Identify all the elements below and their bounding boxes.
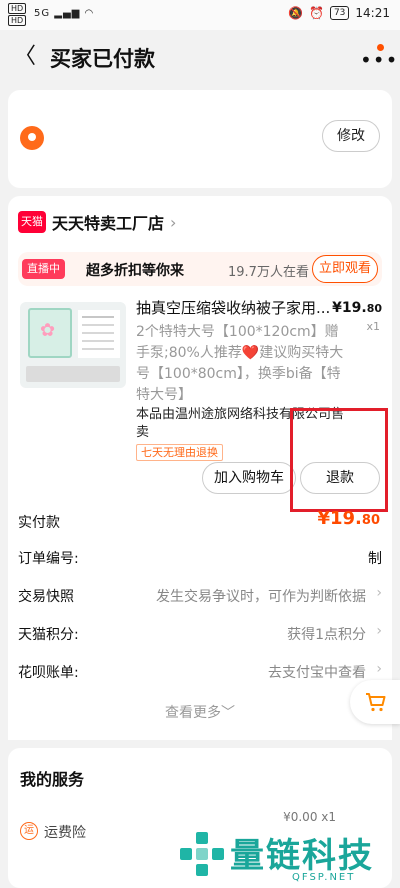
see-more-label: 查看更多 <box>165 705 221 721</box>
status-right: 🔕 ⏰ 73 14:21 <box>288 6 390 20</box>
snapshot-value: 发生交易争议时，可作为判断依据 <box>156 589 366 605</box>
snapshot-row[interactable]: 交易快照 发生交易争议时，可作为判断依据 › <box>18 580 382 610</box>
address-card[interactable]: 修改 <box>8 90 392 188</box>
paid-decimal: 80 <box>361 513 380 528</box>
watermark-subtext: QFSP.NET <box>292 872 356 883</box>
watermark-logo-icon <box>180 832 224 876</box>
price-decimal: 80 <box>366 302 382 315</box>
location-pin-icon <box>20 126 44 150</box>
edit-address-button[interactable]: 修改 <box>322 120 380 152</box>
chevron-right-icon: › <box>376 623 382 639</box>
back-arrow-icon[interactable]: 〈 <box>14 44 36 70</box>
price-integer: ¥19. <box>332 300 367 316</box>
product-image[interactable] <box>20 302 126 388</box>
alarm-icon: ⏰ <box>309 6 324 20</box>
chevron-right-icon: › <box>376 661 382 677</box>
watermark-text: 量链科技 <box>230 836 374 876</box>
signal-label: 5G <box>34 8 51 19</box>
cart-icon <box>366 693 386 712</box>
return-policy-tag: 七天无理由退换 <box>136 444 223 461</box>
signal-indicator: 5G ▂▄▆ ◠ <box>34 8 95 19</box>
paid-label: 实付款 <box>18 515 60 531</box>
huabei-row[interactable]: 花呗账单: 去支付宝中查看 › <box>18 656 382 686</box>
points-value: 获得1点积分 <box>287 627 366 643</box>
live-badge: 直播中 <box>22 259 65 279</box>
points-label: 天猫积分: <box>18 627 79 643</box>
freight-insurance-price: ¥0.00 x1 <box>283 810 336 824</box>
live-banner[interactable]: 直播中 超多折扣等你来 19.7万人在看 立即观看 <box>18 252 382 286</box>
sim-indicators: HD HD <box>8 3 27 26</box>
services-title: 我的服务 <box>20 770 85 789</box>
order-number-row[interactable]: 订单编号: 制 <box>18 542 382 572</box>
sim1-badge: HD <box>8 3 27 14</box>
watch-now-button[interactable]: 立即观看 <box>312 255 378 283</box>
product-sku: 2个特特大号【100*120cm】赠手泵;80%人推荐❤️建议购买特大号【100… <box>136 324 344 403</box>
product-price: ¥19.80 <box>332 300 382 316</box>
product-title[interactable]: 抽真空压缩袋收纳被子家用... <box>136 298 332 319</box>
paid-amount-row: 实付款 ¥19.80 <box>18 506 382 536</box>
snapshot-label: 交易快照 <box>18 589 74 605</box>
freight-insurance-icon: 运 <box>20 822 38 840</box>
see-more-button[interactable]: 查看更多﹀ <box>8 702 392 722</box>
chevron-down-icon: ﹀ <box>221 705 235 721</box>
notification-dot <box>377 44 384 51</box>
chevron-right-icon: › <box>170 212 177 232</box>
sim2-badge: HD <box>8 15 27 26</box>
more-dots-icon: ••• <box>360 48 399 72</box>
floating-cart-button[interactable] <box>350 680 400 724</box>
tmall-icon: 天猫 <box>18 211 46 233</box>
product-boxes-graphic <box>26 366 120 382</box>
order-card: 天猫 天天特卖工厂店 › 直播中 超多折扣等你来 19.7万人在看 立即观看 抽… <box>8 196 392 740</box>
clock: 14:21 <box>355 6 390 20</box>
page-title: 买家已付款 <box>50 47 155 71</box>
watermark: 量链科技 QFSP.NET <box>180 828 400 888</box>
shop-header[interactable]: 天猫 天天特卖工厂店 › <box>18 210 176 234</box>
shop-name: 天天特卖工厂店 <box>52 214 165 233</box>
live-viewer-count: 19.7万人在看 <box>228 265 309 280</box>
nav-bar: 〈 买家已付款 ••• <box>0 30 400 86</box>
paid-amount: ¥19.80 <box>317 508 380 529</box>
status-bar: HD HD 5G ▂▄▆ ◠ 🔕 ⏰ 73 14:21 <box>0 0 400 30</box>
product-info-graphic <box>78 310 120 358</box>
huabei-value: 去支付宝中查看 <box>268 665 366 681</box>
freight-insurance-label[interactable]: 运费险 <box>44 822 86 842</box>
huabei-label: 花呗账单: <box>18 665 79 681</box>
product-quantity: x1 <box>366 320 380 333</box>
order-number-label: 订单编号: <box>18 551 79 567</box>
add-to-cart-button[interactable]: 加入购物车 <box>202 462 296 494</box>
copy-order-text[interactable]: 制 <box>368 548 382 568</box>
battery-indicator: 73 <box>329 6 350 20</box>
live-promo-text: 超多折扣等你来 <box>86 263 184 279</box>
refund-highlight-box <box>290 408 388 512</box>
more-menu-button[interactable]: ••• <box>360 42 397 72</box>
paid-integer: ¥19. <box>317 508 362 529</box>
mute-icon: 🔕 <box>288 6 303 20</box>
points-row[interactable]: 天猫积分: 获得1点积分 › <box>18 618 382 648</box>
product-bag-graphic <box>28 308 72 358</box>
chevron-right-icon: › <box>376 585 382 601</box>
